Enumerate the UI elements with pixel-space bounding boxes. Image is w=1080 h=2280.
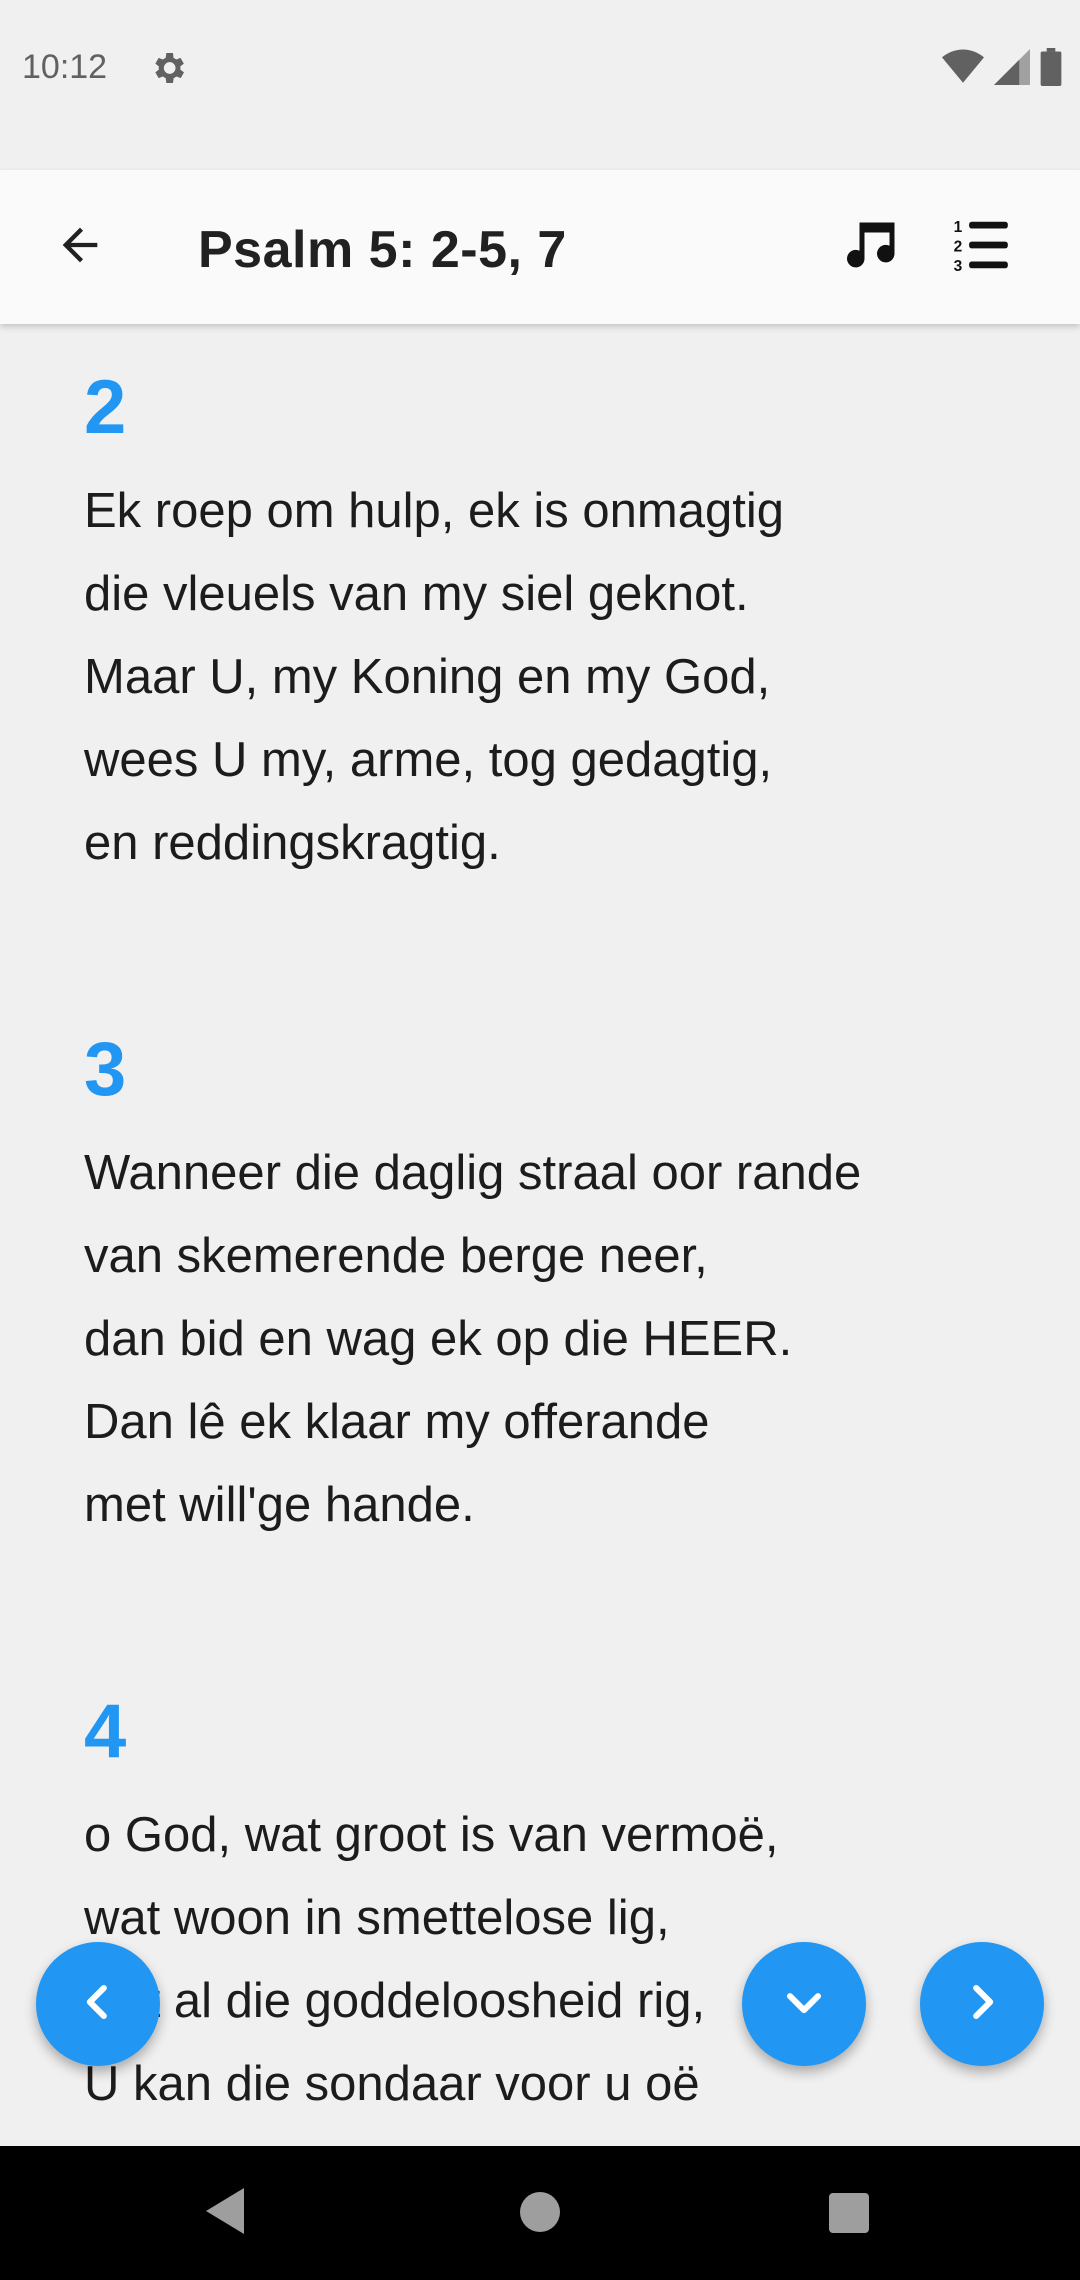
chevron-left-icon	[70, 1974, 126, 2035]
numbered-list-icon: 1 2 3	[951, 214, 1013, 281]
next-button[interactable]	[920, 1942, 1044, 2066]
previous-button[interactable]	[36, 1942, 160, 2066]
battery-icon	[1040, 48, 1062, 86]
lyrics-content[interactable]: 2 Ek roep om hulp, ek is onmagtig die vl…	[0, 324, 1080, 2146]
system-nav-bar	[0, 2146, 1080, 2280]
status-time: 10:12	[22, 48, 108, 86]
verse-list-button[interactable]: 1 2 3	[942, 207, 1022, 287]
verse-text: Ek roep om hulp, ek is onmagtig die vleu…	[84, 484, 784, 870]
svg-text:3: 3	[954, 257, 963, 274]
verse-number: 4	[84, 1689, 127, 1774]
music-button[interactable]	[832, 207, 912, 287]
wifi-icon	[942, 49, 984, 85]
nav-home-icon[interactable]	[518, 2190, 562, 2239]
nav-recent-icon[interactable]	[828, 2192, 870, 2239]
music-note-icon	[842, 215, 902, 280]
verse-block: 3 Wanneer die daglig straal oor rande va…	[84, 1026, 1044, 1547]
signal-icon	[994, 49, 1030, 85]
status-bar: 10:12	[0, 0, 1080, 170]
chevron-down-icon	[776, 1974, 832, 2035]
svg-text:1: 1	[954, 219, 963, 236]
verse-number: 3	[84, 1027, 127, 1112]
verse-text: o God, wat groot is van vermoë, wat woon…	[84, 1808, 779, 2111]
back-button[interactable]	[40, 207, 120, 287]
nav-back-icon[interactable]	[204, 2186, 248, 2241]
chevron-right-icon	[954, 1974, 1010, 2035]
gear-icon	[148, 48, 188, 88]
app-bar: Psalm 5: 2-5, 7 1 2 3	[0, 170, 1080, 324]
verse-text: Wanneer die daglig straal oor rande van …	[84, 1146, 862, 1532]
verse-block: 4 o God, wat groot is van vermoë, wat wo…	[84, 1688, 1044, 2126]
verse-number: 2	[84, 365, 127, 450]
verse-block: 2 Ek roep om hulp, ek is onmagtig die vl…	[84, 364, 1044, 885]
page-title: Psalm 5: 2-5, 7	[198, 221, 567, 279]
back-arrow-icon	[54, 219, 106, 276]
svg-text:2: 2	[954, 238, 963, 255]
scroll-down-button[interactable]	[742, 1942, 866, 2066]
